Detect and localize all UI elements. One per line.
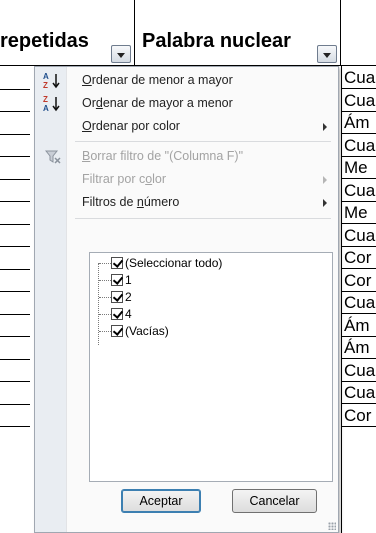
checkbox-checked[interactable] bbox=[111, 325, 123, 337]
svg-text:A: A bbox=[43, 104, 49, 113]
row-divider bbox=[0, 268, 30, 270]
row-divider bbox=[0, 111, 30, 112]
column-header-label: repetidas bbox=[0, 30, 89, 52]
table-cell[interactable]: Cua bbox=[342, 67, 376, 89]
sort-ascending-icon: A Z bbox=[43, 72, 61, 90]
filter-dropdown-button[interactable] bbox=[317, 45, 337, 63]
table-cell[interactable]: Ám bbox=[342, 337, 376, 359]
list-item-label: 4 bbox=[125, 307, 132, 321]
filter-values-list[interactable]: (Seleccionar todo) 1 2 4 (Vacías) bbox=[89, 252, 333, 482]
checkbox-checked[interactable] bbox=[111, 257, 123, 269]
column-header-palabra-nuclear[interactable]: Palabra nuclear bbox=[135, 0, 341, 66]
tree-connector bbox=[99, 297, 111, 298]
table-cell[interactable]: Me bbox=[342, 202, 376, 224]
table-cell[interactable]: Cor bbox=[342, 405, 376, 427]
row-divider bbox=[0, 246, 30, 247]
table-cell[interactable]: Cua bbox=[342, 225, 376, 247]
menu-separator bbox=[75, 141, 331, 142]
table-cell[interactable]: Cua bbox=[342, 382, 376, 404]
row-divider bbox=[0, 223, 30, 225]
row-divider bbox=[0, 88, 30, 90]
row-divider bbox=[0, 426, 30, 427]
tree-connector bbox=[99, 263, 111, 264]
autofilter-menu: A Z Ordenar de menor a mayor Z A Ordenar… bbox=[34, 66, 339, 533]
tree-connector bbox=[98, 263, 99, 345]
list-item-label: (Vacías) bbox=[125, 324, 169, 338]
checkbox-checked[interactable] bbox=[111, 308, 123, 320]
column-header-repetidas[interactable]: repetidas bbox=[0, 0, 135, 66]
list-item-label: (Seleccionar todo) bbox=[125, 256, 223, 270]
list-item-label: 1 bbox=[125, 273, 132, 287]
menu-item-label: Filtros de número bbox=[82, 195, 180, 209]
tree-connector bbox=[99, 280, 111, 281]
list-item-label: 2 bbox=[125, 290, 132, 304]
checkbox-checked[interactable] bbox=[111, 274, 123, 286]
row-divider bbox=[0, 133, 30, 135]
menu-item-label: Ordenar por color bbox=[82, 119, 180, 133]
menu-item-filter-by-color[interactable]: Filtrar por color bbox=[35, 168, 338, 191]
submenu-arrow-icon bbox=[323, 123, 327, 131]
table-cell[interactable]: Cua bbox=[342, 292, 376, 314]
ok-button[interactable]: Aceptar bbox=[121, 489, 201, 513]
table-cell[interactable]: Ám bbox=[342, 315, 376, 337]
menu-item-label: Filtrar por color bbox=[82, 172, 167, 186]
row-divider bbox=[0, 201, 30, 202]
svg-text:Z: Z bbox=[43, 81, 48, 90]
row-divider bbox=[0, 336, 30, 337]
row-divider bbox=[0, 313, 30, 315]
menu-separator bbox=[75, 218, 331, 219]
table-cell[interactable]: Cua bbox=[342, 90, 376, 112]
table-cell[interactable]: Cua bbox=[342, 135, 376, 157]
cancel-button[interactable]: Cancelar bbox=[232, 489, 317, 513]
checkbox-checked[interactable] bbox=[111, 291, 123, 303]
tree-connector bbox=[99, 331, 111, 332]
table-cell[interactable]: Cor bbox=[342, 247, 376, 269]
filter-dropdown-button[interactable] bbox=[111, 45, 131, 63]
table-cell[interactable]: Ám bbox=[342, 112, 376, 134]
menu-item-sort-descending[interactable]: Z A Ordenar de mayor a menor bbox=[35, 92, 338, 115]
table-cell[interactable]: Cua bbox=[342, 180, 376, 202]
row-divider bbox=[0, 178, 30, 180]
table-cell[interactable]: Cua bbox=[342, 360, 376, 382]
row-divider bbox=[0, 156, 30, 157]
table-cell[interactable]: Cor bbox=[342, 270, 376, 292]
svg-text:A: A bbox=[43, 72, 49, 81]
row-divider bbox=[0, 381, 30, 382]
menu-item-sort-ascending[interactable]: A Z Ordenar de menor a mayor bbox=[35, 69, 338, 92]
row-divider bbox=[0, 403, 30, 405]
row-divider bbox=[0, 291, 30, 292]
menu-item-clear-filter[interactable]: Borrar filtro de "(Columna F)" bbox=[35, 145, 338, 168]
menu-item-label: Ordenar de menor a mayor bbox=[82, 73, 233, 87]
clear-filter-icon bbox=[44, 149, 61, 164]
menu-item-number-filters[interactable]: Filtros de número bbox=[35, 191, 338, 214]
menu-item-label: Borrar filtro de "(Columna F)" bbox=[82, 149, 244, 163]
table-cell[interactable]: Me bbox=[342, 157, 376, 179]
row-divider bbox=[0, 358, 30, 360]
column-header-label: Palabra nuclear bbox=[142, 30, 291, 52]
menu-item-sort-by-color[interactable]: Ordenar por color bbox=[35, 115, 338, 138]
submenu-arrow-icon bbox=[323, 176, 327, 184]
tree-connector bbox=[99, 314, 111, 315]
menu-item-label: Ordenar de mayor a menor bbox=[82, 96, 233, 110]
sort-descending-icon: Z A bbox=[43, 95, 61, 113]
column-header-next[interactable] bbox=[341, 0, 376, 66]
svg-text:Z: Z bbox=[43, 95, 48, 104]
submenu-arrow-icon bbox=[323, 199, 327, 207]
resize-grip[interactable] bbox=[328, 522, 336, 530]
